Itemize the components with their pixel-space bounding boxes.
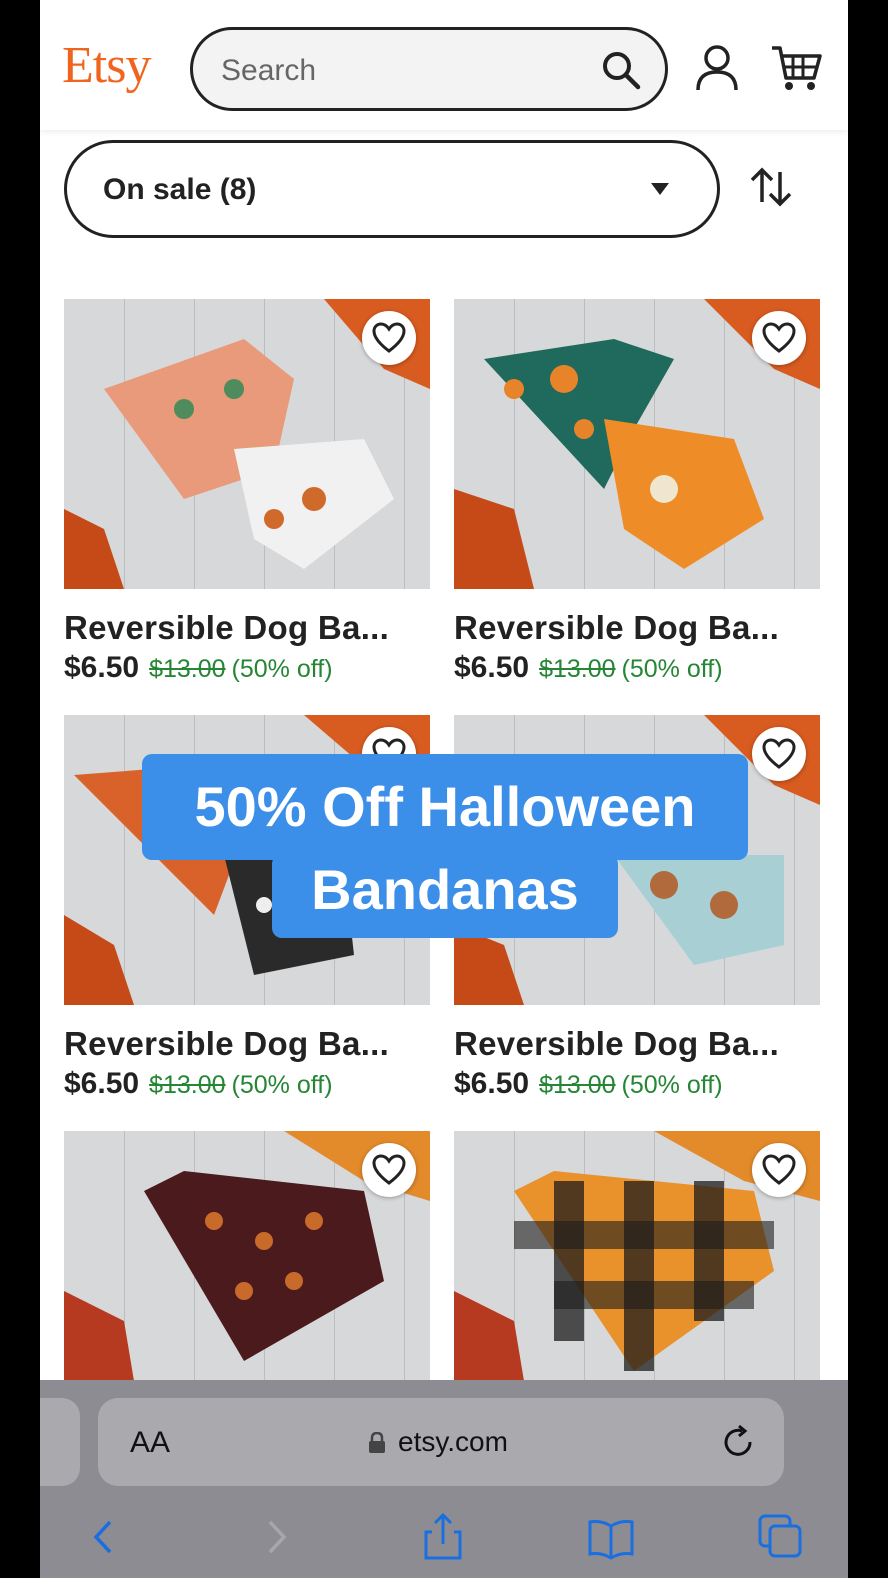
sale-price: $6.50 xyxy=(64,1067,140,1100)
heart-icon xyxy=(372,322,406,353)
video-caption-line1: 50% Off Halloween xyxy=(142,754,748,860)
favorite-heart-button[interactable] xyxy=(752,311,806,365)
search-placeholder: Search xyxy=(221,54,317,87)
sale-price: $6.50 xyxy=(64,651,140,684)
product-card[interactable]: Reversible Dog Ba... $6.50 $13.00 (50% off… xyxy=(64,299,430,685)
heart-icon xyxy=(762,738,796,769)
cart-icon[interactable] xyxy=(770,44,822,92)
on-sale-filter-dropdown[interactable]: On sale (8) xyxy=(64,140,720,238)
favorite-heart-button[interactable] xyxy=(362,1143,416,1197)
url-text: etsy.com xyxy=(398,1426,508,1457)
search-icon[interactable] xyxy=(601,50,641,90)
back-icon[interactable] xyxy=(80,1512,130,1562)
discount-label: (50% off) xyxy=(231,655,333,683)
product-title[interactable]: Reversible Dog Ba... xyxy=(454,609,820,647)
original-price: $13.00 xyxy=(539,655,616,683)
product-card[interactable] xyxy=(64,1131,430,1421)
video-caption-line2: Bandanas xyxy=(272,854,618,938)
reader-text-size-button[interactable]: AA xyxy=(130,1426,170,1460)
price-row: $6.50 $13.00 (50% off) xyxy=(454,1067,820,1101)
search-input[interactable]: Search xyxy=(190,27,668,111)
heart-icon xyxy=(372,1154,406,1185)
chevron-down-icon xyxy=(651,183,669,195)
price-row: $6.50 $13.00 (50% off) xyxy=(454,651,820,685)
tabs-icon[interactable] xyxy=(756,1512,806,1562)
favorite-heart-button[interactable] xyxy=(752,727,806,781)
sort-icon[interactable] xyxy=(746,162,796,212)
sale-price: $6.50 xyxy=(454,651,530,684)
product-image[interactable] xyxy=(64,299,430,589)
address-bar[interactable]: AA etsy.com xyxy=(98,1398,784,1486)
header: Etsy Search xyxy=(40,0,848,130)
favorite-heart-button[interactable] xyxy=(752,1143,806,1197)
product-image[interactable] xyxy=(454,1131,820,1421)
share-icon[interactable] xyxy=(418,1512,468,1562)
product-image[interactable] xyxy=(64,1131,430,1421)
heart-icon xyxy=(762,322,796,353)
filter-label: On sale (8) xyxy=(103,173,257,206)
screen: Etsy Search On sale (8) Reversible Dog B… xyxy=(40,0,848,1578)
bookmarks-icon[interactable] xyxy=(586,1512,636,1562)
product-title[interactable]: Reversible Dog Ba... xyxy=(64,609,430,647)
account-icon[interactable] xyxy=(694,44,740,92)
product-image[interactable] xyxy=(454,299,820,589)
heart-icon xyxy=(762,1154,796,1185)
price-row: $6.50 $13.00 (50% off) xyxy=(64,651,430,685)
price-row: $6.50 $13.00 (50% off) xyxy=(64,1067,430,1101)
product-title[interactable]: Reversible Dog Ba... xyxy=(454,1025,820,1063)
browser-toolbar: AA etsy.com xyxy=(40,1380,848,1578)
lock-icon xyxy=(369,1432,385,1453)
reload-icon[interactable] xyxy=(720,1424,756,1460)
original-price: $13.00 xyxy=(149,655,226,683)
discount-label: (50% off) xyxy=(621,1071,723,1099)
previous-tab-preview[interactable] xyxy=(40,1398,80,1486)
sale-price: $6.50 xyxy=(454,1067,530,1100)
original-price: $13.00 xyxy=(539,1071,616,1099)
product-title[interactable]: Reversible Dog Ba... xyxy=(64,1025,430,1063)
original-price: $13.00 xyxy=(149,1071,226,1099)
product-card[interactable] xyxy=(454,1131,820,1421)
forward-icon[interactable] xyxy=(250,1512,300,1562)
etsy-logo[interactable]: Etsy xyxy=(62,36,151,95)
favorite-heart-button[interactable] xyxy=(362,311,416,365)
product-card[interactable]: Reversible Dog Ba... $6.50 $13.00 (50% off… xyxy=(454,299,820,685)
discount-label: (50% off) xyxy=(621,655,723,683)
discount-label: (50% off) xyxy=(231,1071,333,1099)
